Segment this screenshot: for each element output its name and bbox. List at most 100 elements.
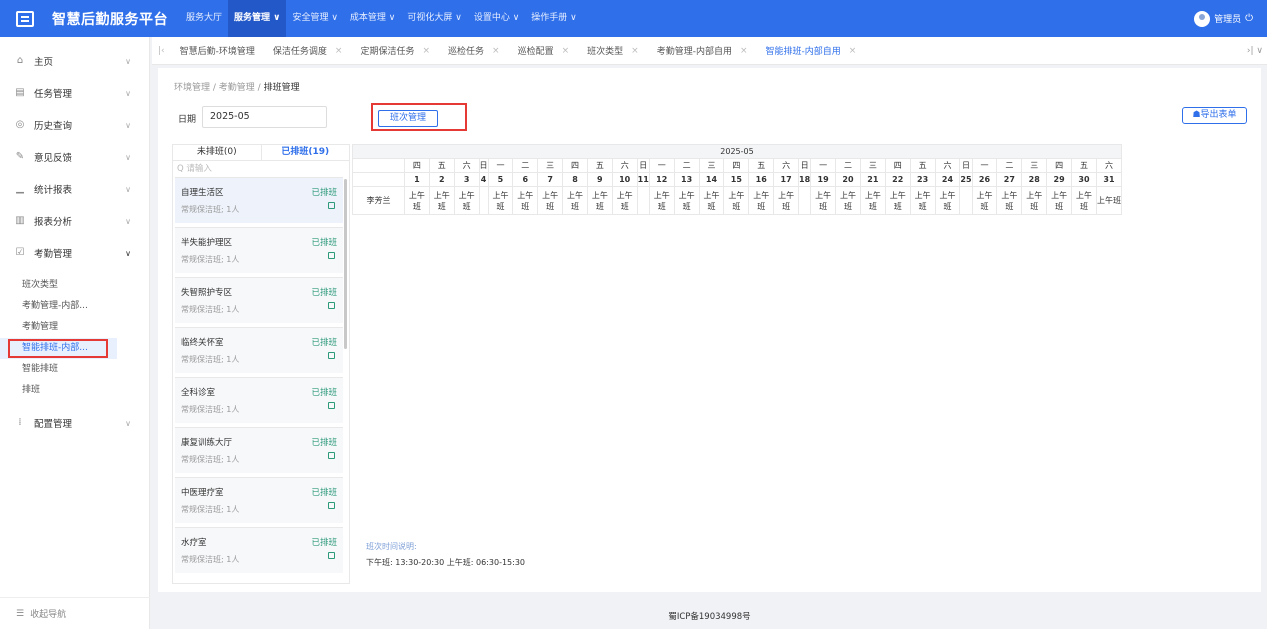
tab-label: 巡检任务 xyxy=(448,47,485,57)
sidebar-item[interactable]: ▁ 统计报表 ∨ xyxy=(0,173,149,205)
tab[interactable]: 智能排班-内部自用 × xyxy=(757,44,866,58)
shift-cell[interactable]: 上午班 xyxy=(1071,186,1097,215)
edit-icon[interactable] xyxy=(328,502,335,509)
shift-cell[interactable]: 上午班 xyxy=(404,186,430,215)
area-desc: 常规保洁班; 1人 xyxy=(181,255,240,264)
tab[interactable]: 定期保洁任务 × xyxy=(351,44,439,58)
shift-cell[interactable]: 上午班 xyxy=(537,186,564,215)
tab-scroll-left-icon[interactable]: |‹ xyxy=(152,46,171,56)
shift-cell[interactable]: 上午班 xyxy=(487,186,514,215)
sidebar-item[interactable]: ☑ 考勤管理 ∨ xyxy=(0,237,149,269)
shift-cell[interactable]: 上午班 xyxy=(723,186,750,215)
shift-cell[interactable]: 上午班 xyxy=(453,186,480,215)
shift-cell[interactable] xyxy=(959,186,973,215)
day-header: 2 xyxy=(428,172,455,187)
sidebar-item[interactable]: ▤ 任务管理 ∨ xyxy=(0,77,149,109)
sidebar-subitem[interactable]: 考勤管理 xyxy=(0,317,149,338)
shift-cell[interactable]: 上午班 xyxy=(648,186,675,215)
sidebar-item[interactable]: ⁞ 配置管理 ∨ xyxy=(0,407,149,439)
edit-icon[interactable] xyxy=(328,452,335,459)
shift-cell[interactable]: 上午班 xyxy=(934,186,961,215)
shift-cell[interactable] xyxy=(478,186,489,215)
shift-cell[interactable]: 上午班 xyxy=(673,186,700,215)
shift-cell[interactable] xyxy=(798,186,812,215)
close-icon[interactable]: × xyxy=(335,46,343,56)
tab[interactable]: 巡检配置 × xyxy=(509,44,579,58)
edit-icon[interactable] xyxy=(328,552,335,559)
shift-cell[interactable]: 上午班 xyxy=(428,186,455,215)
close-icon[interactable]: × xyxy=(849,46,857,56)
shift-management-button[interactable]: 班次管理 xyxy=(378,110,438,127)
weekday-header: 日 xyxy=(959,158,973,173)
user-menu[interactable]: 管理员 ⏻ xyxy=(1194,0,1253,37)
tab-unscheduled[interactable]: 未排班(0) xyxy=(173,145,261,160)
shift-cell[interactable]: 上午班 xyxy=(1095,186,1123,215)
shift-cell[interactable]: 上午班 xyxy=(996,186,1023,215)
edit-icon[interactable] xyxy=(328,252,335,259)
area-card[interactable]: 全科诊室 已排班 常规保洁班; 1人 xyxy=(175,377,343,423)
tab[interactable]: 班次类型 × xyxy=(578,44,648,58)
sidebar-item[interactable]: ▥ 报表分析 ∨ xyxy=(0,205,149,237)
shift-cell[interactable]: 上午班 xyxy=(884,186,911,215)
collapse-nav-button[interactable]: ☰ 收起导航 xyxy=(0,597,150,629)
top-nav-item[interactable]: 成本管理 ∨ xyxy=(344,0,401,37)
edit-icon[interactable] xyxy=(328,302,335,309)
shift-cell[interactable]: 上午班 xyxy=(859,186,886,215)
shift-cell[interactable]: 上午班 xyxy=(1021,186,1048,215)
top-nav-item[interactable]: 服务大厅 xyxy=(180,0,228,37)
shift-cell[interactable]: 上午班 xyxy=(512,186,539,215)
top-bar: 智慧后勤服务平台 服务大厅 服务管理 ∨ 安全管理 ∨ 成本管理 ∨ 可视化大屏 ∨ 设置… xyxy=(0,0,1267,37)
close-icon[interactable]: × xyxy=(740,46,748,56)
shift-cell[interactable]: 上午班 xyxy=(909,186,936,215)
shift-cell[interactable]: 上午班 xyxy=(810,186,837,215)
top-nav-item[interactable]: 可视化大屏 ∨ xyxy=(401,0,467,37)
tab-scheduled[interactable]: 已排班(19) xyxy=(260,145,350,160)
close-icon[interactable]: × xyxy=(492,46,500,56)
top-nav-item[interactable]: 安全管理 ∨ xyxy=(286,0,343,37)
power-icon[interactable]: ⏻ xyxy=(1245,13,1253,24)
shift-cell[interactable]: 上午班 xyxy=(748,186,775,215)
close-icon[interactable]: × xyxy=(562,46,570,56)
sidebar-subitem[interactable]: 智能排班 xyxy=(0,359,149,380)
sidebar-subitem[interactable]: 班次类型 xyxy=(0,275,149,296)
shift-cell[interactable]: 上午班 xyxy=(562,186,588,215)
shift-cell[interactable]: 上午班 xyxy=(835,186,861,215)
area-card[interactable]: 半失能护理区 已排班 常规保洁班; 1人 xyxy=(175,227,343,273)
edit-icon[interactable] xyxy=(328,402,335,409)
top-nav-item[interactable]: 操作手册 ∨ xyxy=(525,0,582,37)
tab-scroll-right-icon[interactable]: ›| ∨ xyxy=(1247,46,1263,56)
export-button[interactable]: ☗导出表单 xyxy=(1182,107,1247,124)
date-picker[interactable]: 2025-05 xyxy=(202,106,327,128)
shift-cell[interactable]: 上午班 xyxy=(971,186,998,215)
area-card[interactable]: 中医理疗室 已排班 常规保洁班; 1人 xyxy=(175,477,343,523)
sidebar-item[interactable]: ◎ 历史查询 ∨ xyxy=(0,109,149,141)
sidebar-subitem[interactable]: 考勤管理-内部... xyxy=(0,296,149,317)
tab[interactable]: 智慧后勤-环境管理 xyxy=(171,44,264,57)
sidebar-item-label: 历史查询 xyxy=(34,121,73,132)
shift-cell[interactable]: 上午班 xyxy=(586,186,613,215)
close-icon[interactable]: × xyxy=(422,46,430,56)
sidebar-subitem[interactable]: 排班 xyxy=(0,380,149,401)
scrollbar[interactable] xyxy=(344,179,347,349)
area-card[interactable]: 临终关怀室 已排班 常规保洁班; 1人 xyxy=(175,327,343,373)
shift-cell[interactable]: 上午班 xyxy=(698,186,725,215)
top-nav-item[interactable]: 设置中心 ∨ xyxy=(468,0,525,37)
area-card[interactable]: 水疗室 已排班 常规保洁班; 1人 xyxy=(175,527,343,573)
close-icon[interactable]: × xyxy=(631,46,639,56)
edit-icon[interactable] xyxy=(328,202,335,209)
tab[interactable]: 保洁任务调度 × xyxy=(264,44,352,58)
area-card[interactable]: 自理生活区 已排班 常规保洁班; 1人 xyxy=(175,177,343,223)
search-input[interactable]: Q 请输入 xyxy=(173,161,349,177)
shift-cell[interactable] xyxy=(636,186,650,215)
shift-cell[interactable]: 上午班 xyxy=(1046,186,1073,215)
shift-cell[interactable]: 上午班 xyxy=(611,186,638,215)
edit-icon[interactable] xyxy=(328,352,335,359)
shift-cell[interactable]: 上午班 xyxy=(773,186,800,215)
area-card[interactable]: 康复训练大厅 已排班 常规保洁班; 1人 xyxy=(175,427,343,473)
sidebar-item[interactable]: ✎ 意见反馈 ∨ xyxy=(0,141,149,173)
sidebar-item[interactable]: ⌂ 主页 ∨ xyxy=(0,45,149,77)
area-card[interactable]: 失智照护专区 已排班 常规保洁班; 1人 xyxy=(175,277,343,323)
tab[interactable]: 巡检任务 × xyxy=(439,44,509,58)
top-nav-item[interactable]: 服务管理 ∨ xyxy=(228,0,287,37)
tab[interactable]: 考勤管理-内部自用 × xyxy=(648,44,757,58)
